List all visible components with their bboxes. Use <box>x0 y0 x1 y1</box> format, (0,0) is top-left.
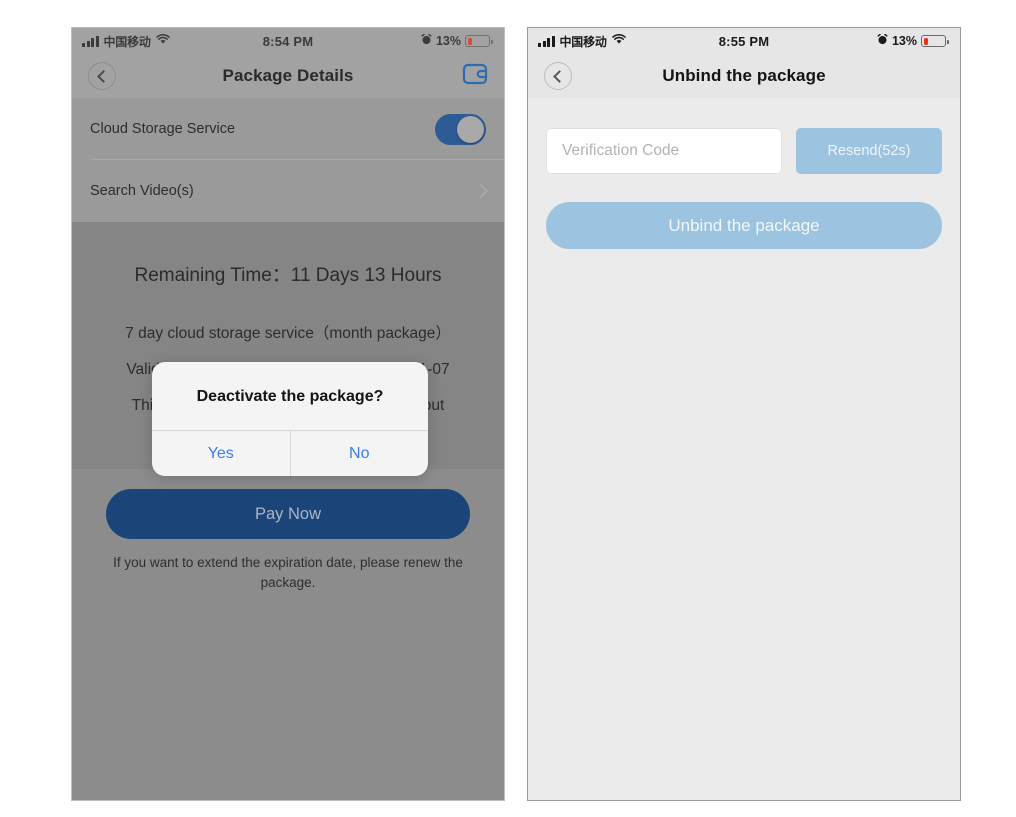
deactivate-package-dialog: Deactivate the package? Yes No <box>152 362 428 476</box>
nav-bar: Unbind the package <box>528 54 960 98</box>
renew-hint: If you want to extend the expiration dat… <box>113 555 463 590</box>
alarm-clock-icon <box>877 33 888 48</box>
page-title: Package Details <box>222 66 354 85</box>
carrier-label: 中国移动 <box>559 34 607 49</box>
package-name: 7 day cloud storage service（month packag… <box>125 325 451 342</box>
battery-icon <box>465 35 493 47</box>
dialog-actions: Yes No <box>152 430 428 476</box>
remaining-time: Remaining Time：11 Days 13 Hours <box>92 260 484 287</box>
status-bar-left: 中国移动 <box>82 33 170 50</box>
resend-code-button[interactable]: Resend(52s) <box>796 128 942 174</box>
row-label: Search Video(s) <box>90 183 194 199</box>
back-chevron-icon <box>97 69 110 83</box>
unbind-form: Verification Code Resend(52s) Unbind the… <box>528 98 960 800</box>
verification-code-row: Verification Code Resend(52s) <box>546 128 942 174</box>
unbind-package-button[interactable]: Unbind the package <box>546 202 942 249</box>
page-title: Unbind the package <box>662 66 826 85</box>
verification-code-input[interactable]: Verification Code <box>546 128 782 174</box>
dialog-no-button[interactable]: No <box>289 431 429 476</box>
dialog-title: Deactivate the package? <box>196 388 384 405</box>
wallet-icon <box>462 63 488 84</box>
battery-percent-label: 13% <box>435 34 461 48</box>
wifi-icon <box>611 33 626 48</box>
back-chevron-icon <box>553 69 566 83</box>
status-bar: 中国移动 8:55 PM 13% <box>528 28 960 54</box>
row-search-videos[interactable]: Search Video(s) <box>72 160 504 222</box>
back-button[interactable] <box>88 62 116 90</box>
remaining-time-value: 11 Days 13 Hours <box>290 265 442 286</box>
signal-bars-icon <box>82 35 99 47</box>
pay-now-button[interactable]: Pay Now <box>106 489 470 539</box>
status-bar-right: 13% <box>877 33 949 48</box>
chevron-right-icon <box>473 183 489 199</box>
nav-bar: Package Details <box>72 54 504 98</box>
signal-bars-icon <box>538 35 555 47</box>
cloud-storage-toggle[interactable] <box>435 113 486 145</box>
row-cloud-storage-service[interactable]: Cloud Storage Service <box>72 98 504 160</box>
left-phone-screen: 中国移动 8:54 PM 13% Package Details Cloud S… <box>72 28 504 800</box>
battery-percent-label: 13% <box>891 34 917 48</box>
row-label: Cloud Storage Service <box>90 121 236 137</box>
wifi-icon <box>155 33 170 48</box>
dialog-yes-button[interactable]: Yes <box>152 431 290 476</box>
remaining-time-label: Remaining Time： <box>134 265 291 286</box>
status-bar: 中国移动 8:54 PM 13% <box>72 28 504 54</box>
status-bar-right: 13% <box>421 33 493 48</box>
pay-section: Pay Now If you want to extend the expira… <box>72 469 504 593</box>
battery-icon <box>921 35 949 47</box>
toggle-knob <box>457 115 484 143</box>
status-bar-left: 中国移动 <box>538 33 626 50</box>
alarm-clock-icon <box>421 33 432 48</box>
right-phone-screen: 中国移动 8:55 PM 13% Unbind the package Veri… <box>528 28 960 800</box>
back-button[interactable] <box>544 62 572 90</box>
carrier-label: 中国移动 <box>103 34 151 49</box>
wallet-button[interactable] <box>462 62 488 91</box>
